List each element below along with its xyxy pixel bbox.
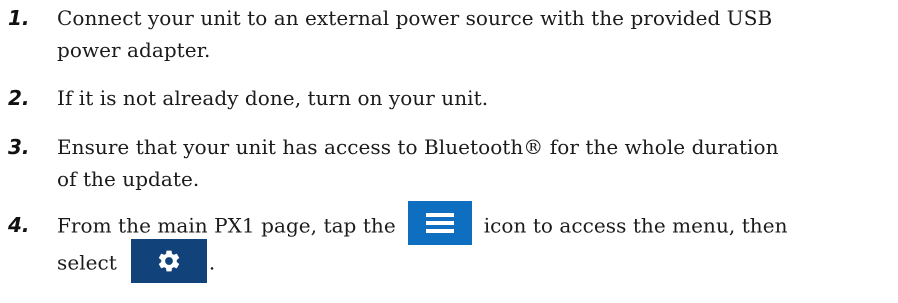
step-number: 1. <box>8 6 30 30</box>
step-text: Connect your unit to an external power s… <box>57 2 892 66</box>
step-number: 4. <box>8 213 30 237</box>
step-text-line: Ensure that your unit has access to Blue… <box>57 135 779 159</box>
step-text-line: If it is not already done, turn on your … <box>57 86 489 110</box>
step-number: 3. <box>8 135 30 159</box>
step-text: Ensure that your unit has access to Blue… <box>57 131 892 195</box>
step-text-line: power adapter. <box>57 38 211 62</box>
step-text: From the main PX1 page, tap the icon to a… <box>57 201 892 283</box>
step-text-fragment: From the main PX1 page, tap the <box>57 213 396 238</box>
instruction-document: 1. Connect your unit to an external powe… <box>0 0 898 303</box>
step-text-fragment: select <box>57 250 117 275</box>
step-number: 2. <box>8 86 30 110</box>
step-text-line: of the update. <box>57 167 200 191</box>
step-text-fragment: icon to access the menu, then <box>483 213 788 238</box>
hamburger-menu-icon <box>407 201 472 245</box>
step-text: If it is not already done, turn on your … <box>57 82 892 114</box>
step-text-line: Connect your unit to an external power s… <box>57 6 773 30</box>
step-text-line-2: select . <box>57 239 892 283</box>
gear-icon <box>130 239 207 283</box>
step-text-fragment: . <box>208 250 216 275</box>
